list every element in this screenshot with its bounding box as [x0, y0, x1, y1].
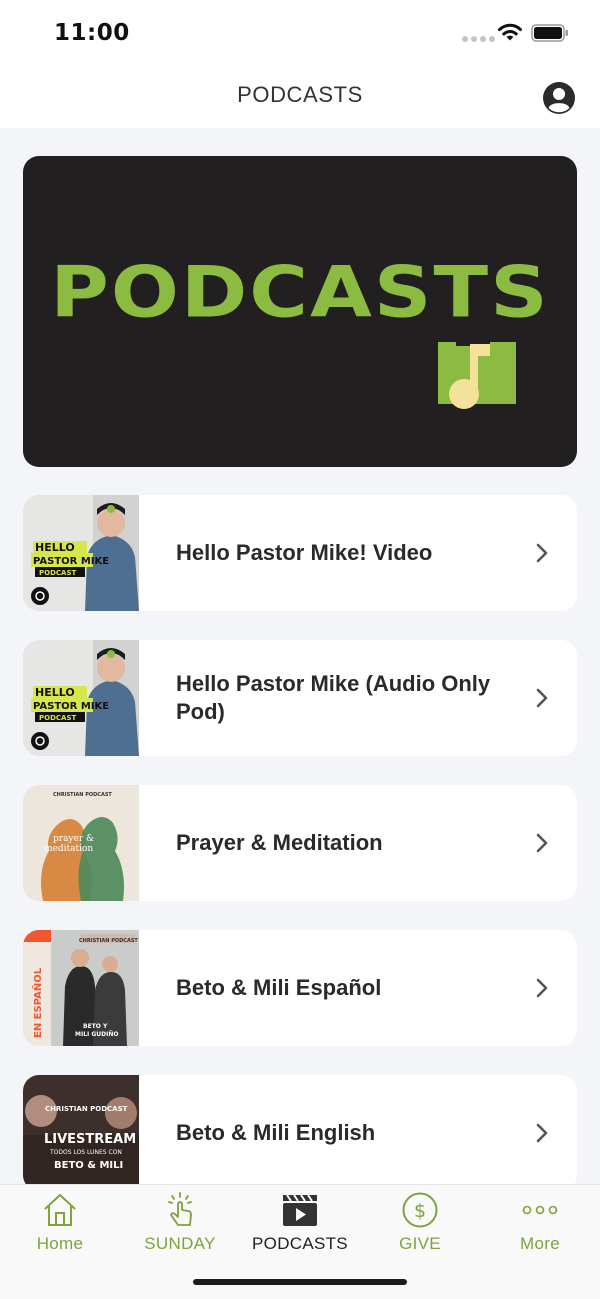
chevron-right-icon: [536, 833, 548, 853]
svg-text:BETO & MILI: BETO & MILI: [54, 1160, 123, 1171]
chevron-right-icon: [536, 688, 548, 708]
more-dots-icon: [522, 1205, 558, 1215]
tab-podcasts[interactable]: PODCASTS: [240, 1185, 360, 1265]
svg-text:PODCAST: PODCAST: [39, 714, 76, 722]
tab-label: Home: [36, 1234, 84, 1253]
svg-text:$: $: [414, 1200, 426, 1222]
podcast-item-beto-mili-english[interactable]: CHRISTIAN PODCAST LIVESTREAM TODOS LOS L…: [23, 1075, 577, 1191]
home-icon: [44, 1194, 76, 1226]
podcast-thumbnail: EN ESPAÑOL CHRISTIAN PODCAST BETO Y MILI…: [23, 930, 139, 1046]
podcast-item-prayer-meditation[interactable]: CHRISTIAN PODCAST prayer & meditation Pr…: [23, 785, 577, 901]
podcast-item-hello-pastor-mike-audio[interactable]: HELLO PASTOR MIKE PODCAST Hello Pastor M…: [23, 640, 577, 756]
podcast-title: Hello Pastor Mike! Video: [176, 540, 433, 565]
svg-text:PASTOR MIKE: PASTOR MIKE: [33, 556, 109, 567]
podcast-title: Hello Pastor Mike (Audio Only Pod): [176, 671, 491, 724]
svg-text:LIVESTREAM: LIVESTREAM: [44, 1132, 136, 1147]
wifi-icon: [498, 23, 522, 41]
battery-icon: [531, 24, 568, 42]
tab-more[interactable]: More: [480, 1185, 600, 1265]
svg-text:CHRISTIAN PODCAST: CHRISTIAN PODCAST: [53, 792, 112, 798]
svg-text:meditation: meditation: [44, 844, 93, 854]
tab-label: GIVE: [399, 1234, 441, 1253]
status-bar: 11:00: [0, 0, 600, 66]
svg-text:MILI GUDIÑO: MILI GUDIÑO: [75, 1031, 118, 1038]
podcast-thumbnail: CHRISTIAN PODCAST prayer & meditation: [23, 785, 139, 901]
tab-give[interactable]: $ GIVE: [360, 1185, 480, 1265]
svg-text:PASTOR MIKE: PASTOR MIKE: [33, 701, 109, 712]
chevron-right-icon: [536, 543, 548, 563]
svg-text:HELLO: HELLO: [35, 686, 75, 699]
podcast-item-beto-mili-espanol[interactable]: EN ESPAÑOL CHRISTIAN PODCAST BETO Y MILI…: [23, 930, 577, 1046]
tab-label: SUNDAY: [144, 1234, 216, 1253]
profile-icon[interactable]: [542, 81, 576, 115]
page-title: PODCASTS: [237, 82, 363, 107]
podcast-thumbnail: HELLO PASTOR MIKE PODCAST: [23, 495, 139, 611]
tab-label: PODCASTS: [252, 1234, 348, 1253]
dollar-icon: $: [402, 1192, 438, 1228]
podcast-title: Beto & Mili Español: [176, 975, 382, 1000]
podcasts-banner: PODCASTS: [23, 156, 577, 467]
banner-title: PODCASTS: [50, 251, 550, 334]
svg-text:prayer &: prayer &: [53, 834, 94, 844]
tab-sunday[interactable]: SUNDAY: [120, 1185, 240, 1265]
tap-icon: [168, 1192, 192, 1226]
chevron-right-icon: [536, 978, 548, 998]
cellular-signal-icon: [462, 36, 495, 42]
svg-text:PODCAST: PODCAST: [39, 569, 76, 577]
home-indicator: [193, 1279, 407, 1285]
svg-text:TODOS LOS LUNES CON: TODOS LOS LUNES CON: [49, 1149, 122, 1156]
podcast-title: Prayer & Meditation: [176, 830, 383, 855]
tab-home[interactable]: Home: [0, 1185, 120, 1265]
svg-text:HELLO: HELLO: [35, 541, 75, 554]
clapperboard-icon: [283, 1194, 317, 1226]
svg-text:CHRISTIAN PODCAST: CHRISTIAN PODCAST: [45, 1105, 128, 1113]
podcast-thumbnail: HELLO PASTOR MIKE PODCAST: [23, 640, 139, 756]
podcast-list: HELLO PASTOR MIKE PODCAST Hello Pastor M…: [23, 495, 577, 1220]
tab-label: More: [520, 1234, 560, 1253]
podcast-title: Beto & Mili English: [176, 1120, 376, 1145]
status-time: 11:00: [54, 20, 130, 46]
podcast-item-hello-pastor-mike-video[interactable]: HELLO PASTOR MIKE PODCAST Hello Pastor M…: [23, 495, 577, 611]
navigation-bar: PODCASTS: [0, 66, 600, 128]
svg-text:CHRISTIAN PODCAST: CHRISTIAN PODCAST: [79, 938, 138, 944]
music-note-icon: [438, 342, 516, 409]
svg-text:EN ESPAÑOL: EN ESPAÑOL: [31, 967, 44, 1038]
chevron-right-icon: [536, 1123, 548, 1143]
podcast-thumbnail: CHRISTIAN PODCAST LIVESTREAM TODOS LOS L…: [23, 1075, 139, 1191]
svg-text:BETO Y: BETO Y: [83, 1023, 108, 1030]
